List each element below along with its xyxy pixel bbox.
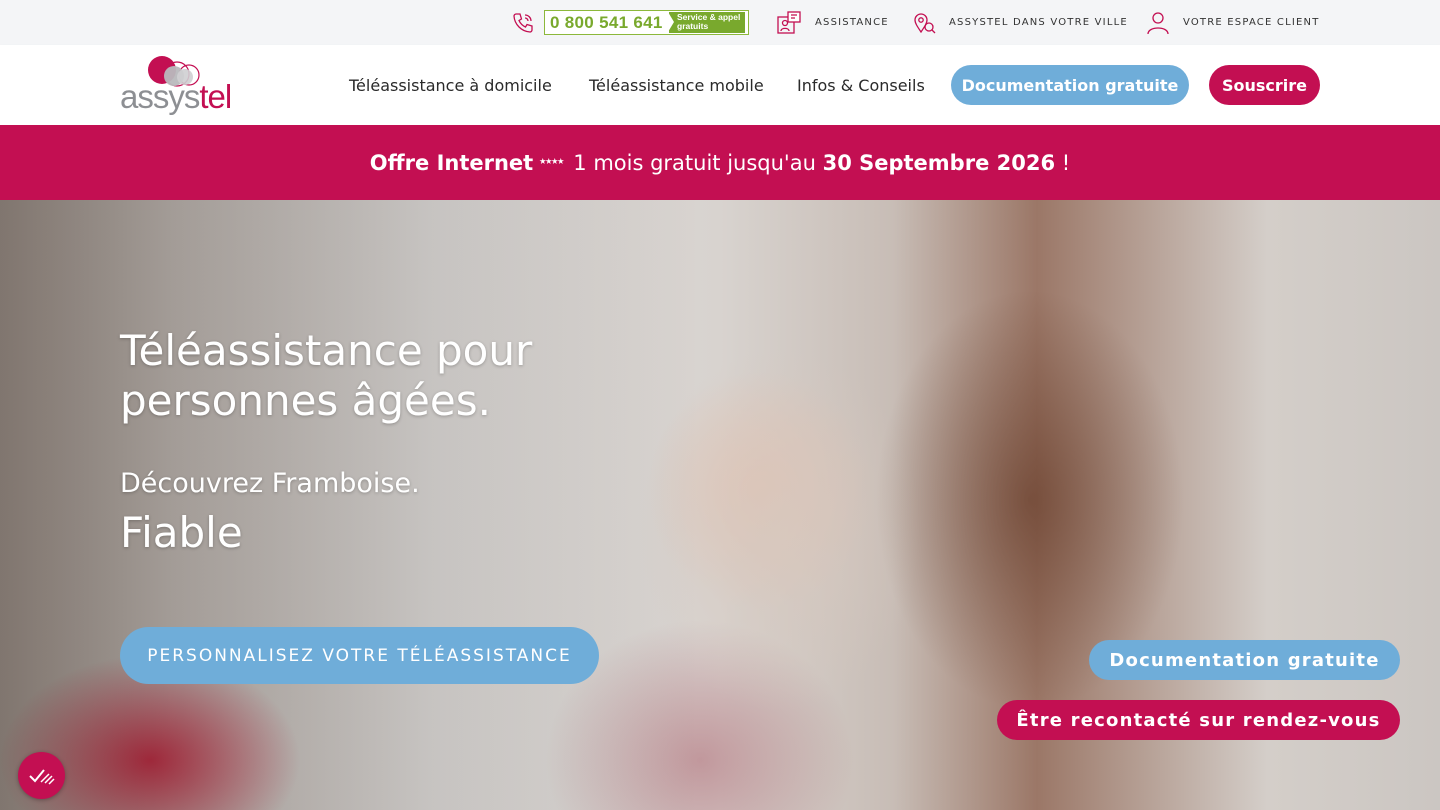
main-header: assystel Téléassistance à domicile Téléa… — [0, 45, 1440, 125]
free-phone-number[interactable]: 0 800 541 641 Service & appel gratuits — [544, 10, 749, 35]
city-label[interactable]: ASSYSTEL DANS VOTRE VILLE — [949, 17, 1128, 28]
promo-offer-label: Offre Internet — [369, 150, 534, 175]
callback-appointment-button[interactable]: Être recontacté sur rendez-vous — [997, 700, 1400, 740]
logo-wordmark: assystel — [120, 78, 232, 116]
hero-subtitle: Découvrez Framboise. — [120, 468, 420, 499]
hero-title: Téléassistance pour personnes âgées. — [120, 326, 680, 426]
free-call-badge-line2: gratuits — [677, 21, 709, 31]
logo-wordmark-part2: tel — [199, 78, 232, 115]
logo-wordmark-part1: assys — [120, 78, 200, 115]
location-icon — [912, 10, 938, 36]
promo-date: 30 Septembre 2026 — [822, 150, 1056, 175]
assistance-icon — [776, 10, 802, 36]
documentation-button[interactable]: Documentation gratuite — [951, 65, 1189, 105]
hero-title-line1: Téléassistance pour — [120, 326, 533, 375]
free-call-badge: Service & appel gratuits — [668, 12, 745, 33]
hero-title-line2: personnes âgées. — [120, 376, 491, 425]
hero-rotating-word: Fiable — [120, 508, 243, 557]
promo-stars-icon: ⭑⭑⭑⭑ — [539, 154, 564, 169]
assistance-label[interactable]: ASSISTANCE — [815, 17, 889, 28]
nav-teleassistance-mobile[interactable]: Téléassistance mobile — [589, 45, 764, 125]
client-space-label[interactable]: VOTRE ESPACE CLIENT — [1183, 17, 1320, 28]
user-icon — [1145, 10, 1171, 36]
promo-banner: Offre Internet ⭑⭑⭑⭑ 1 mois gratuit jusqu… — [0, 125, 1440, 200]
city-link[interactable]: ASSYSTEL DANS VOTRE VILLE — [912, 0, 1128, 45]
top-utility-bar: 0 800 541 641 Service & appel gratuits A… — [0, 0, 1440, 45]
assystel-logo[interactable]: assystel — [118, 50, 233, 122]
promo-text: 1 mois gratuit jusqu'au — [573, 150, 816, 175]
assistance-link[interactable]: ASSISTANCE — [776, 0, 889, 45]
hero-image-overlay — [0, 200, 700, 810]
subscribe-button[interactable]: Souscrire — [1209, 65, 1320, 105]
checkmark-icon — [28, 768, 55, 785]
promo-suffix: ! — [1061, 150, 1071, 175]
cookie-consent-button[interactable] — [18, 752, 65, 799]
nav-infos-conseils[interactable]: Infos & Conseils — [797, 45, 925, 125]
phone-icon — [511, 0, 535, 45]
phone-number[interactable]: 0 800 541 641 — [545, 13, 666, 33]
nav-teleassistance-domicile[interactable]: Téléassistance à domicile — [349, 45, 552, 125]
personalize-teleassistance-button[interactable]: PERSONNALISEZ VOTRE TÉLÉASSISTANCE — [120, 627, 599, 684]
hero-documentation-button[interactable]: Documentation gratuite — [1089, 640, 1400, 680]
hero-section: Téléassistance pour personnes âgées. Déc… — [0, 200, 1440, 810]
client-space-link[interactable]: VOTRE ESPACE CLIENT — [1145, 0, 1320, 45]
